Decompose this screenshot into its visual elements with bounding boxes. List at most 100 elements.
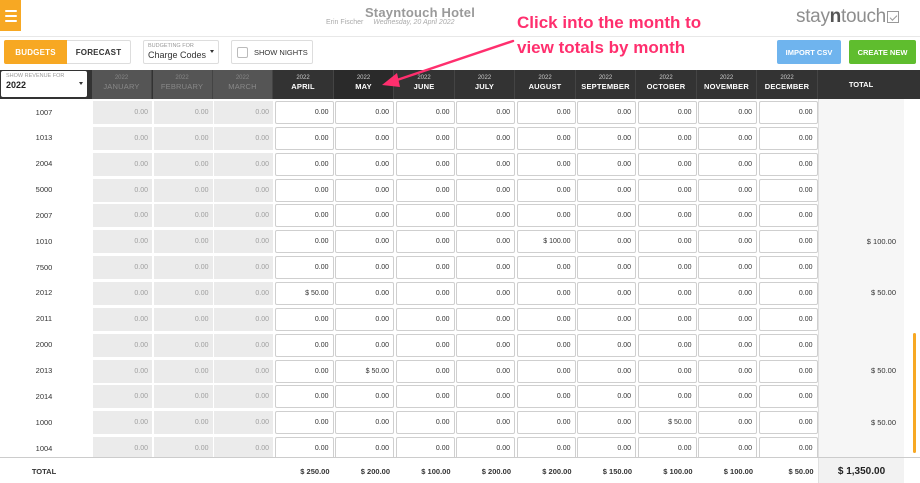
budget-cell[interactable]: 0.00 xyxy=(516,101,576,124)
budget-cell[interactable]: 0.00 xyxy=(577,411,636,435)
budget-cell[interactable]: 0.00 xyxy=(577,333,636,357)
budget-cell[interactable]: 0.00 xyxy=(274,411,334,435)
budget-cell[interactable]: 0.00 xyxy=(395,178,455,202)
budget-cell[interactable]: 0.00 xyxy=(758,359,818,383)
budget-cell[interactable]: 0.00 xyxy=(698,101,757,124)
budget-cell[interactable]: 0.00 xyxy=(516,204,576,228)
budget-cell[interactable]: 0.00 xyxy=(456,385,515,409)
budget-cell[interactable]: 0.00 xyxy=(577,230,636,254)
budget-cell[interactable]: 0.00 xyxy=(698,256,757,280)
budget-cell[interactable]: 0.00 xyxy=(637,230,697,254)
month-header-june[interactable]: 2022 JUNE xyxy=(395,70,455,99)
budget-cell[interactable]: 0.00 xyxy=(456,281,515,305)
budget-cell[interactable]: 0.00 xyxy=(335,126,394,150)
month-header-october[interactable]: 2022 OCTOBER xyxy=(637,70,697,99)
budget-cell[interactable]: 0.00 xyxy=(758,256,818,280)
budget-cell[interactable]: 0.00 xyxy=(698,385,757,409)
budget-cell[interactable]: 0.00 xyxy=(698,126,757,150)
budget-cell[interactable]: 0.00 xyxy=(395,307,455,331)
budget-cell[interactable]: 0.00 xyxy=(637,178,697,202)
budget-cell[interactable]: 0.00 xyxy=(637,152,697,176)
budget-cell[interactable]: 0.00 xyxy=(395,359,455,383)
budget-cell[interactable]: 0.00 xyxy=(335,152,394,176)
budget-cell[interactable]: 0.00 xyxy=(698,152,757,176)
budget-cell[interactable]: 0.00 xyxy=(516,411,576,435)
month-header-december[interactable]: 2022 DECEMBER xyxy=(758,70,818,99)
budget-cell[interactable]: 0.00 xyxy=(516,281,576,305)
import-csv-button[interactable]: IMPORT CSV xyxy=(777,40,841,64)
budget-cell[interactable]: 0.00 xyxy=(335,256,394,280)
budget-cell[interactable]: 0.00 xyxy=(456,333,515,357)
budget-cell[interactable]: 0.00 xyxy=(274,178,334,202)
budget-cell[interactable]: 0.00 xyxy=(758,152,818,176)
budget-cell[interactable]: 0.00 xyxy=(274,385,334,409)
budget-cell[interactable]: 0.00 xyxy=(335,411,394,435)
budget-cell[interactable]: 0.00 xyxy=(335,178,394,202)
budget-cell[interactable]: 0.00 xyxy=(395,204,455,228)
hamburger-menu-icon[interactable] xyxy=(0,0,21,31)
create-new-button[interactable]: CREATE NEW xyxy=(849,40,916,64)
forecast-tab[interactable]: FORECAST xyxy=(67,40,131,64)
budget-cell[interactable]: 0.00 xyxy=(456,204,515,228)
budget-cell[interactable]: 0.00 xyxy=(395,385,455,409)
budget-cell[interactable]: 0.00 xyxy=(516,126,576,150)
show-revenue-select[interactable]: SHOW REVENUE FOR 2022 xyxy=(1,71,87,97)
budget-cell[interactable]: 0.00 xyxy=(758,126,818,150)
budget-cell[interactable]: 0.00 xyxy=(516,152,576,176)
budget-cell[interactable]: 0.00 xyxy=(335,230,394,254)
budget-cell[interactable]: 0.00 xyxy=(637,385,697,409)
budgeting-for-select[interactable]: BUDGETING FOR Charge Codes xyxy=(143,40,219,64)
budget-cell[interactable]: 0.00 xyxy=(758,230,818,254)
budget-cell[interactable]: 0.00 xyxy=(637,359,697,383)
budget-cell[interactable]: 0.00 xyxy=(577,126,636,150)
budget-cell[interactable]: 0.00 xyxy=(577,152,636,176)
budget-cell[interactable]: 0.00 xyxy=(637,204,697,228)
budget-cell[interactable]: 0.00 xyxy=(335,204,394,228)
budget-cell[interactable]: 0.00 xyxy=(698,281,757,305)
budget-cell[interactable]: 0.00 xyxy=(335,281,394,305)
budget-cell[interactable]: 0.00 xyxy=(395,230,455,254)
budget-cell[interactable]: 0.00 xyxy=(637,126,697,150)
budget-cell[interactable]: 0.00 xyxy=(758,101,818,124)
budget-cell[interactable]: 0.00 xyxy=(698,333,757,357)
budget-cell[interactable]: 0.00 xyxy=(274,333,334,357)
budget-cell[interactable]: 0.00 xyxy=(577,204,636,228)
month-header-august[interactable]: 2022 AUGUST xyxy=(516,70,576,99)
budget-cell[interactable]: 0.00 xyxy=(456,178,515,202)
budget-cell[interactable]: $ 100.00 xyxy=(516,230,576,254)
budget-cell[interactable]: 0.00 xyxy=(758,204,818,228)
budget-cell[interactable]: 0.00 xyxy=(274,256,334,280)
month-header-july[interactable]: 2022 JULY xyxy=(455,70,515,99)
budget-cell[interactable]: 0.00 xyxy=(274,152,334,176)
budget-cell[interactable]: $ 50.00 xyxy=(335,359,394,383)
budget-cell[interactable]: 0.00 xyxy=(395,101,455,124)
budget-cell[interactable]: 0.00 xyxy=(758,307,818,331)
budget-cell[interactable]: 0.00 xyxy=(456,152,515,176)
budget-cell[interactable]: 0.00 xyxy=(577,178,636,202)
budget-cell[interactable]: $ 50.00 xyxy=(637,411,697,435)
budget-cell[interactable]: 0.00 xyxy=(516,385,576,409)
show-nights-checkbox[interactable] xyxy=(237,46,248,58)
budget-cell[interactable]: 0.00 xyxy=(577,385,636,409)
budget-cell[interactable]: 0.00 xyxy=(395,256,455,280)
budget-cell[interactable]: 0.00 xyxy=(698,359,757,383)
month-header-may[interactable]: 2022 MAY xyxy=(334,70,394,99)
budget-cell[interactable]: 0.00 xyxy=(456,126,515,150)
budget-cell[interactable]: 0.00 xyxy=(516,333,576,357)
budget-cell[interactable]: 0.00 xyxy=(698,411,757,435)
budget-cell[interactable]: 0.00 xyxy=(637,307,697,331)
budget-cell[interactable]: 0.00 xyxy=(456,359,515,383)
budget-cell[interactable]: 0.00 xyxy=(335,101,394,124)
budget-cell[interactable]: 0.00 xyxy=(577,281,636,305)
budget-cell[interactable]: 0.00 xyxy=(274,126,334,150)
budget-cell[interactable]: 0.00 xyxy=(456,307,515,331)
budget-cell[interactable]: 0.00 xyxy=(698,307,757,331)
budget-cell[interactable]: 0.00 xyxy=(758,281,818,305)
budget-cell[interactable]: 0.00 xyxy=(758,385,818,409)
budget-cell[interactable]: 0.00 xyxy=(637,333,697,357)
budget-cell[interactable]: 0.00 xyxy=(577,101,636,124)
budget-cell[interactable]: 0.00 xyxy=(577,359,636,383)
budget-cell[interactable]: 0.00 xyxy=(637,281,697,305)
vertical-scrollbar[interactable] xyxy=(913,333,916,453)
budget-cell[interactable]: 0.00 xyxy=(395,411,455,435)
